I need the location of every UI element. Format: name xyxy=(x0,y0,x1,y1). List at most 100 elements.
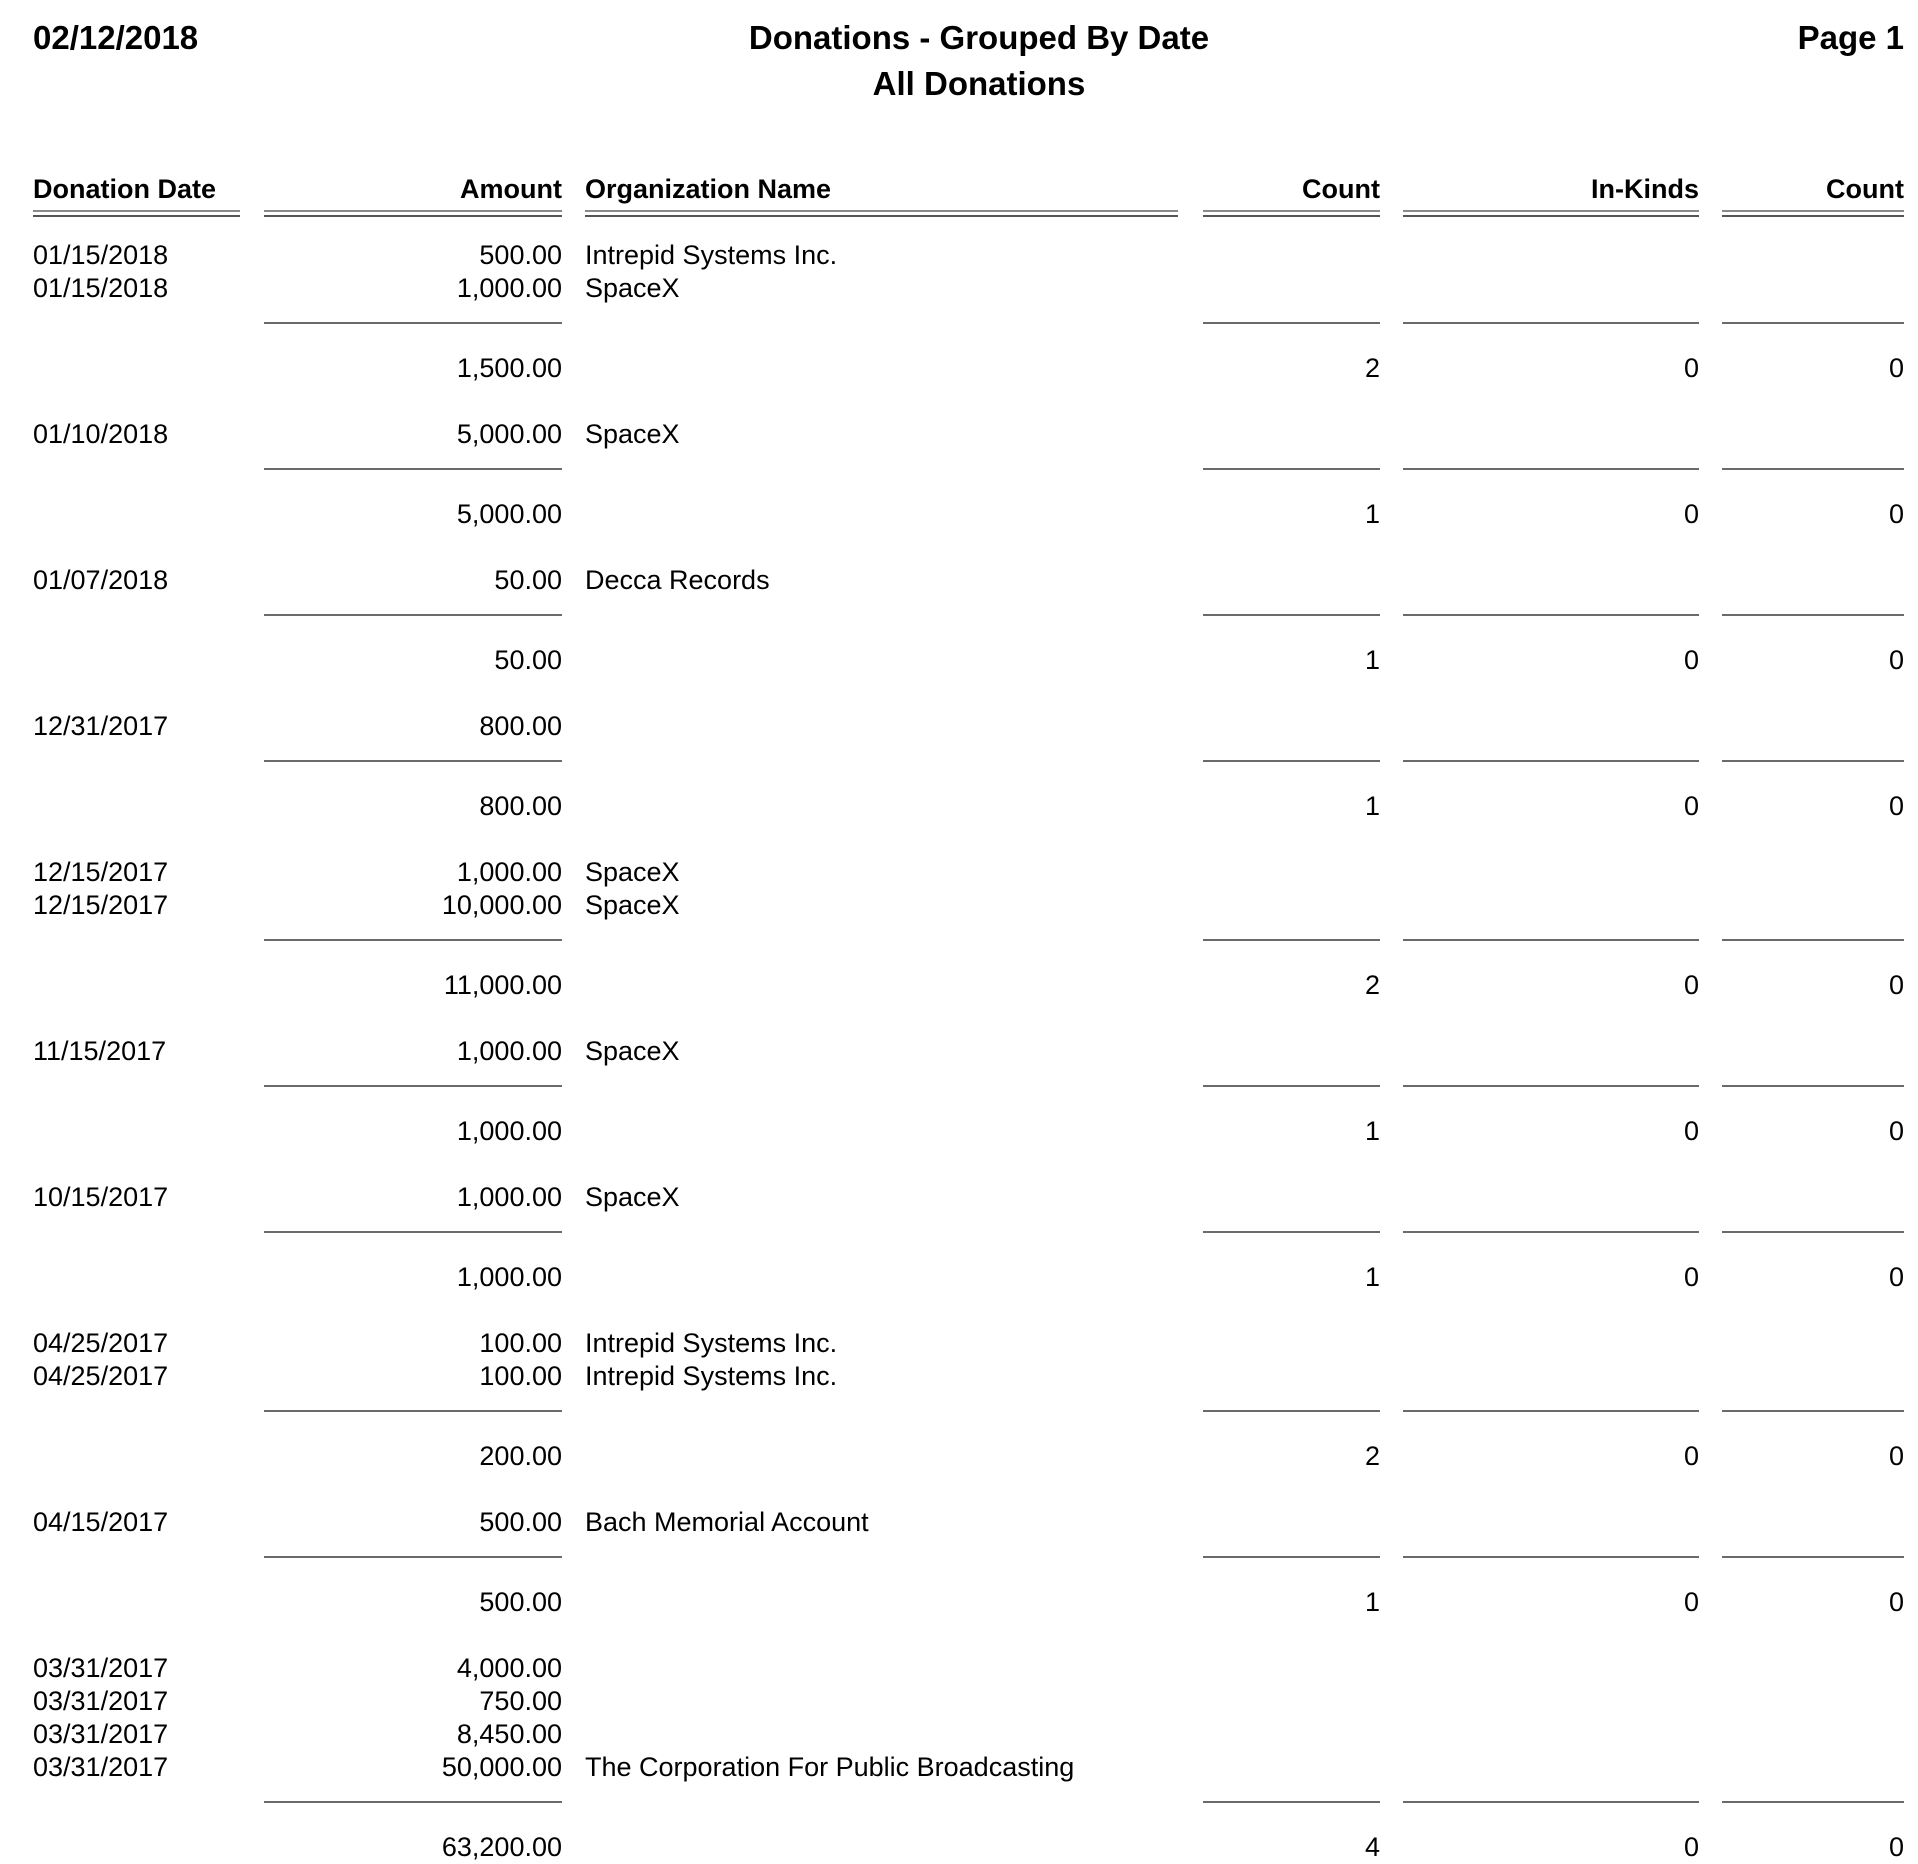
amount-cell: 100.00 xyxy=(479,1361,562,1391)
subtotal-rule xyxy=(1203,468,1380,470)
group-total-amount: 5,000.00 xyxy=(456,499,562,529)
group-in-kinds: 0 xyxy=(1683,970,1699,1000)
column-header-in-kinds: In-Kinds xyxy=(1591,174,1699,204)
subtotal-rule xyxy=(264,1556,562,1558)
group-total-amount: 50.00 xyxy=(494,645,562,675)
subtotal-rule xyxy=(264,468,562,470)
donation-date-cell: 01/07/2018 xyxy=(33,565,169,595)
subtotal-rule xyxy=(1722,760,1904,762)
donation-date-cell: 04/25/2017 xyxy=(33,1328,169,1358)
subtotal-rule xyxy=(264,760,562,762)
amount-cell: 1,000.00 xyxy=(456,273,562,303)
subtotal-rule xyxy=(264,614,562,616)
subtotal-rule xyxy=(1403,760,1699,762)
subtotal-rule xyxy=(264,1231,562,1233)
amount-cell: 4,000.00 xyxy=(456,1653,562,1683)
donation-date-cell: 01/15/2018 xyxy=(33,240,169,270)
subtotal-rule xyxy=(264,939,562,941)
subtotal-rule xyxy=(1722,614,1904,616)
group-in-kind-count: 0 xyxy=(1888,1587,1904,1617)
subtotal-rule xyxy=(1722,1231,1904,1233)
organization-name-cell: SpaceX xyxy=(585,1036,680,1066)
subtotal-rule xyxy=(1203,760,1380,762)
header-underline xyxy=(1203,210,1380,217)
group-in-kinds: 0 xyxy=(1683,1587,1699,1617)
donation-date-cell: 01/15/2018 xyxy=(33,273,169,303)
donation-date-cell: 10/15/2017 xyxy=(33,1182,169,1212)
subtotal-rule xyxy=(1203,1556,1380,1558)
amount-cell: 800.00 xyxy=(479,711,562,741)
subtotal-rule xyxy=(1722,322,1904,324)
column-header-count: Count xyxy=(1302,174,1380,204)
donation-date-cell: 03/31/2017 xyxy=(33,1686,169,1716)
subtotal-rule xyxy=(1203,1410,1380,1412)
group-in-kinds: 0 xyxy=(1683,1832,1699,1862)
organization-name-cell: Intrepid Systems Inc. xyxy=(585,1361,838,1391)
group-in-kind-count: 0 xyxy=(1888,1441,1904,1471)
subtotal-rule xyxy=(1403,1556,1699,1558)
amount-cell: 1,000.00 xyxy=(456,1182,562,1212)
report-subtitle: All Donations xyxy=(872,65,1086,102)
group-count: 2 xyxy=(1364,970,1380,1000)
amount-cell: 500.00 xyxy=(479,1507,562,1537)
subtotal-rule xyxy=(1203,1801,1380,1803)
subtotal-rule xyxy=(1403,1801,1699,1803)
amount-cell: 50.00 xyxy=(494,565,562,595)
organization-name-cell: SpaceX xyxy=(585,1182,680,1212)
subtotal-rule xyxy=(1722,1085,1904,1087)
donation-date-cell: 04/25/2017 xyxy=(33,1361,169,1391)
group-in-kind-count: 0 xyxy=(1888,353,1904,383)
subtotal-rule xyxy=(1722,1801,1904,1803)
group-count: 2 xyxy=(1364,353,1380,383)
organization-name-cell: SpaceX xyxy=(585,273,680,303)
amount-cell: 750.00 xyxy=(479,1686,562,1716)
group-in-kinds: 0 xyxy=(1683,645,1699,675)
subtotal-rule xyxy=(1403,939,1699,941)
group-total-amount: 1,000.00 xyxy=(456,1262,562,1292)
subtotal-rule xyxy=(1203,614,1380,616)
group-count: 1 xyxy=(1364,499,1380,529)
group-in-kind-count: 0 xyxy=(1888,499,1904,529)
report-title: Donations - Grouped By Date xyxy=(748,19,1210,56)
amount-cell: 1,000.00 xyxy=(456,857,562,887)
page-number: Page 1 xyxy=(1797,19,1904,56)
organization-name-cell: SpaceX xyxy=(585,890,680,920)
group-in-kind-count: 0 xyxy=(1888,1262,1904,1292)
group-in-kind-count: 0 xyxy=(1888,1832,1904,1862)
subtotal-rule xyxy=(1203,1085,1380,1087)
subtotal-rule xyxy=(1403,614,1699,616)
group-count: 1 xyxy=(1364,1116,1380,1146)
group-count: 1 xyxy=(1364,1262,1380,1292)
group-total-amount: 63,200.00 xyxy=(441,1832,562,1862)
group-total-amount: 800.00 xyxy=(479,791,562,821)
group-total-amount: 11,000.00 xyxy=(443,970,562,1000)
subtotal-rule xyxy=(1722,1556,1904,1558)
group-count: 4 xyxy=(1364,1832,1380,1862)
group-in-kinds: 0 xyxy=(1683,1262,1699,1292)
column-header-organization-name: Organization Name xyxy=(585,174,832,204)
donation-date-cell: 03/31/2017 xyxy=(33,1752,169,1782)
subtotal-rule xyxy=(1403,1231,1699,1233)
column-header-amount: Amount xyxy=(460,174,562,204)
subtotal-rule xyxy=(1722,468,1904,470)
subtotal-rule xyxy=(1722,939,1904,941)
donation-date-cell: 01/10/2018 xyxy=(33,419,169,449)
group-total-amount: 500.00 xyxy=(479,1587,562,1617)
organization-name-cell: Intrepid Systems Inc. xyxy=(585,1328,838,1358)
group-in-kinds: 0 xyxy=(1683,791,1699,821)
subtotal-rule xyxy=(1722,1410,1904,1412)
amount-cell: 1,000.00 xyxy=(456,1036,562,1066)
header-underline xyxy=(1403,210,1699,217)
group-count: 1 xyxy=(1364,791,1380,821)
group-count: 2 xyxy=(1364,1441,1380,1471)
organization-name-cell: SpaceX xyxy=(585,857,680,887)
amount-cell: 50,000.00 xyxy=(441,1752,562,1782)
column-header-in-kind-count: Count xyxy=(1826,174,1904,204)
amount-cell: 500.00 xyxy=(479,240,562,270)
header-underline xyxy=(585,210,1178,217)
organization-name-cell: Intrepid Systems Inc. xyxy=(585,240,838,270)
subtotal-rule xyxy=(1403,1410,1699,1412)
group-count: 1 xyxy=(1364,645,1380,675)
donation-date-cell: 04/15/2017 xyxy=(33,1507,169,1537)
header-underline xyxy=(33,210,240,217)
